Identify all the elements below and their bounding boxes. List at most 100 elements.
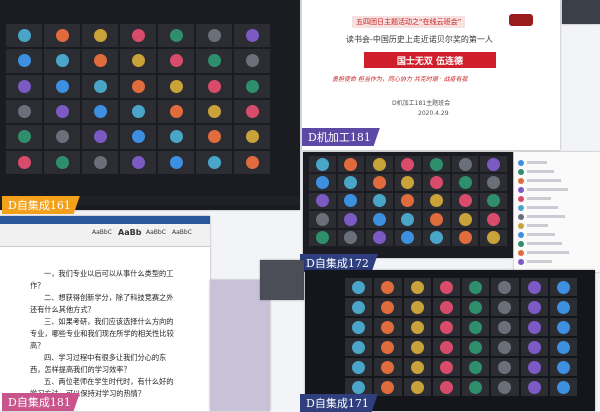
participant-tile[interactable] xyxy=(44,24,80,48)
participant-tile[interactable] xyxy=(309,229,336,246)
participant-tile[interactable] xyxy=(480,211,507,228)
participant-tile[interactable] xyxy=(374,298,402,316)
participant-tile[interactable] xyxy=(366,229,393,246)
participant-row[interactable] xyxy=(518,185,596,194)
participant-tile[interactable] xyxy=(337,229,365,246)
participant-row[interactable] xyxy=(518,194,596,203)
participant-tile[interactable] xyxy=(451,156,479,173)
participant-tile[interactable] xyxy=(491,358,519,376)
participant-tile[interactable] xyxy=(394,156,422,173)
participant-tile[interactable] xyxy=(451,192,479,210)
participant-tile[interactable] xyxy=(158,74,194,98)
participant-tile[interactable] xyxy=(82,74,118,98)
participant-tile[interactable] xyxy=(403,338,431,356)
participant-tile[interactable] xyxy=(403,278,431,296)
participant-row[interactable] xyxy=(518,212,596,221)
participant-tile[interactable] xyxy=(158,150,194,174)
participant-tile[interactable] xyxy=(158,100,194,124)
participant-row[interactable] xyxy=(518,176,596,185)
participant-tile[interactable] xyxy=(451,229,479,246)
participant-tile[interactable] xyxy=(549,358,577,376)
participant-tile[interactable] xyxy=(491,318,519,336)
participant-tile[interactable] xyxy=(120,150,156,174)
participant-tile[interactable] xyxy=(491,378,519,396)
participant-tile[interactable] xyxy=(432,278,460,296)
participant-tile[interactable] xyxy=(366,192,393,210)
participant-tile[interactable] xyxy=(196,125,232,149)
participant-tile[interactable] xyxy=(345,298,373,316)
participant-tile[interactable] xyxy=(196,150,232,174)
participant-tile[interactable] xyxy=(309,211,336,228)
participant-tile[interactable] xyxy=(337,192,365,210)
participant-tile[interactable] xyxy=(82,24,118,48)
participant-tile[interactable] xyxy=(394,174,422,191)
participant-tile[interactable] xyxy=(403,358,431,376)
participant-tile[interactable] xyxy=(345,278,373,296)
participant-tile[interactable] xyxy=(491,298,519,316)
participant-tile[interactable] xyxy=(432,298,460,316)
participant-tile[interactable] xyxy=(451,174,479,191)
style-heading[interactable]: AaBbC xyxy=(146,229,166,236)
participant-tile[interactable] xyxy=(462,318,490,336)
participant-tile[interactable] xyxy=(366,174,393,191)
participant-tile[interactable] xyxy=(394,229,422,246)
participant-tile[interactable] xyxy=(403,378,431,396)
participant-tile[interactable] xyxy=(120,24,156,48)
participant-tile[interactable] xyxy=(403,318,431,336)
participant-tile[interactable] xyxy=(196,100,232,124)
participant-tile[interactable] xyxy=(82,100,118,124)
participant-tile[interactable] xyxy=(549,318,577,336)
participant-tile[interactable] xyxy=(234,24,270,48)
participant-row[interactable] xyxy=(518,239,596,248)
participant-tile[interactable] xyxy=(520,358,548,376)
participant-tile[interactable] xyxy=(520,378,548,396)
style-title[interactable]: AaBb xyxy=(118,228,141,237)
participant-tile[interactable] xyxy=(44,74,80,98)
participant-tile[interactable] xyxy=(423,174,450,191)
participant-row[interactable] xyxy=(518,203,596,212)
participant-tile[interactable] xyxy=(432,358,460,376)
participant-tile[interactable] xyxy=(234,100,270,124)
participant-tile[interactable] xyxy=(120,49,156,73)
participant-tile[interactable] xyxy=(374,318,402,336)
participant-row[interactable] xyxy=(518,221,596,230)
participant-tile[interactable] xyxy=(82,125,118,149)
participant-tile[interactable] xyxy=(196,24,232,48)
participant-tile[interactable] xyxy=(480,192,507,210)
participant-tile[interactable] xyxy=(234,150,270,174)
participant-tile[interactable] xyxy=(234,125,270,149)
participant-tile[interactable] xyxy=(462,378,490,396)
participant-tile[interactable] xyxy=(196,49,232,73)
participant-tile[interactable] xyxy=(374,358,402,376)
participant-row[interactable] xyxy=(518,167,596,176)
participant-tile[interactable] xyxy=(120,74,156,98)
participant-tile[interactable] xyxy=(480,174,507,191)
participant-tile[interactable] xyxy=(520,298,548,316)
participant-tile[interactable] xyxy=(6,49,42,73)
participant-tile[interactable] xyxy=(462,338,490,356)
participant-tile[interactable] xyxy=(345,338,373,356)
participant-tile[interactable] xyxy=(374,378,402,396)
participant-tile[interactable] xyxy=(462,358,490,376)
participant-tile[interactable] xyxy=(491,278,519,296)
participant-tile[interactable] xyxy=(520,338,548,356)
participant-tile[interactable] xyxy=(480,156,507,173)
participant-tile[interactable] xyxy=(158,49,194,73)
participant-row[interactable] xyxy=(518,158,596,167)
participant-tile[interactable] xyxy=(423,211,450,228)
participant-tile[interactable] xyxy=(423,229,450,246)
participant-tile[interactable] xyxy=(6,24,42,48)
participant-tile[interactable] xyxy=(520,278,548,296)
participant-tile[interactable] xyxy=(6,125,42,149)
participant-tile[interactable] xyxy=(549,278,577,296)
participant-tile[interactable] xyxy=(158,125,194,149)
participant-tile[interactable] xyxy=(432,378,460,396)
participant-tile[interactable] xyxy=(6,100,42,124)
document-body[interactable]: 一，我们专业以后可以从事什么类型的工作？ 二、想获得创新学分，除了科技竞赛之外还… xyxy=(30,268,180,400)
style-normal[interactable]: AaBbC xyxy=(92,229,112,236)
participant-tile[interactable] xyxy=(120,125,156,149)
participant-tile[interactable] xyxy=(345,358,373,376)
participant-tile[interactable] xyxy=(44,125,80,149)
participant-row[interactable] xyxy=(518,257,596,266)
participant-tile[interactable] xyxy=(158,24,194,48)
